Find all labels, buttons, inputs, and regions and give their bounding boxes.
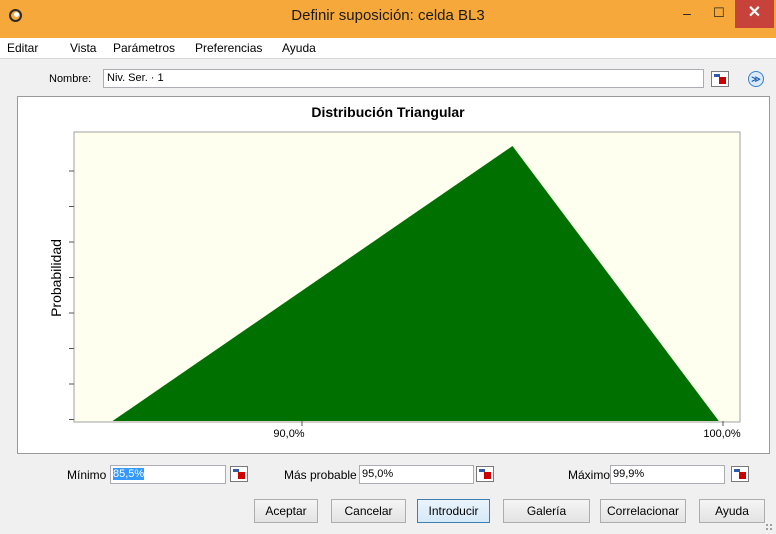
accept-button[interactable]: Aceptar xyxy=(254,499,318,523)
min-value: 85,5% xyxy=(113,468,145,480)
enter-button[interactable]: Introducir xyxy=(417,499,490,523)
max-cell-reference-icon[interactable] xyxy=(731,466,749,482)
x-tick-label-100: 100,0% xyxy=(703,428,741,440)
y-ticks xyxy=(69,170,74,420)
x-tick-label-90: 90,0% xyxy=(273,428,305,440)
help-button[interactable]: Ayuda xyxy=(699,499,765,523)
chart-svg xyxy=(69,131,741,426)
max-label: Máximo xyxy=(568,468,611,482)
max-field[interactable]: 99,9% xyxy=(610,465,725,484)
cancel-button[interactable]: Cancelar xyxy=(331,499,406,523)
min-field[interactable]: 85,5% xyxy=(110,465,226,484)
mode-cell-reference-icon[interactable] xyxy=(476,466,494,482)
resize-grip[interactable] xyxy=(765,523,773,531)
gallery-button[interactable]: Galería xyxy=(503,499,590,523)
mode-field[interactable]: 95,0% xyxy=(359,465,474,484)
mode-label: Más probable xyxy=(284,468,357,482)
min-label: Mínimo xyxy=(67,468,107,482)
min-cell-reference-icon[interactable] xyxy=(230,466,248,482)
correlate-button[interactable]: Correlacionar xyxy=(600,499,686,523)
